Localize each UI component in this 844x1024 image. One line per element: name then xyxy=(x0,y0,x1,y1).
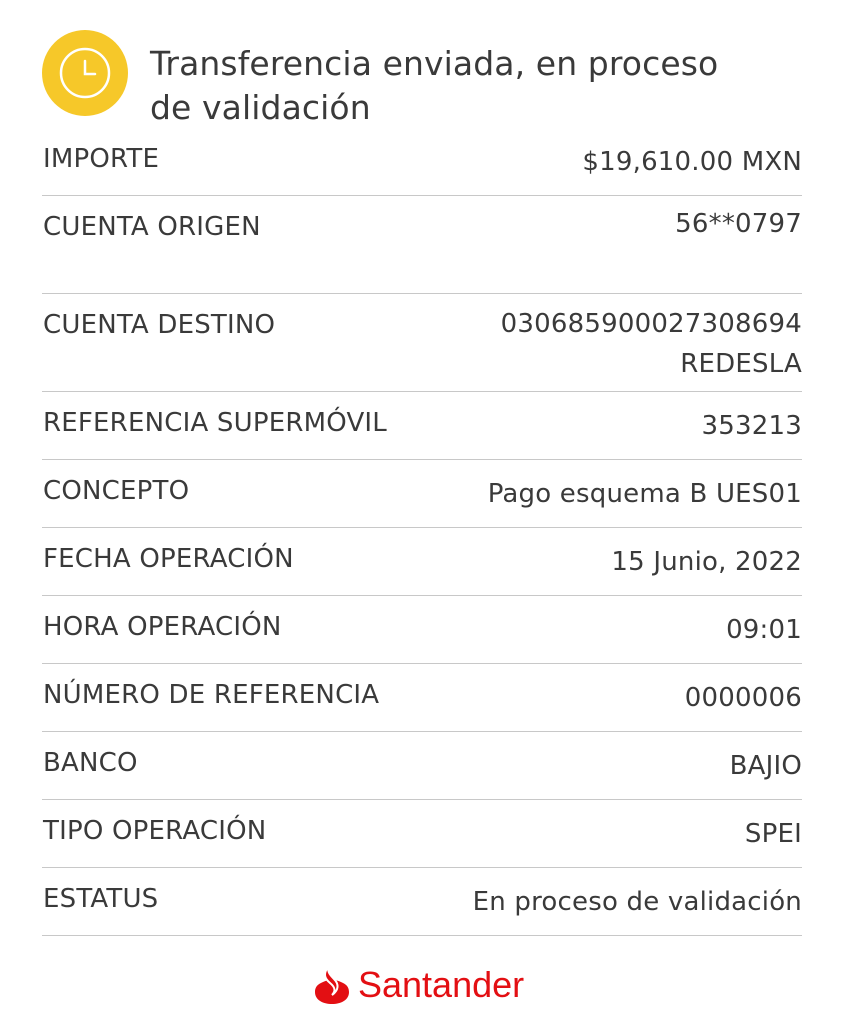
detail-row-hora-operacion: HORA OPERACIÓN 09:01 xyxy=(42,596,802,664)
detail-row-tipo-operacion: TIPO OPERACIÓN SPEI xyxy=(42,800,802,868)
detail-label: NÚMERO DE REFERENCIA xyxy=(43,680,380,710)
detail-value: 56**0797 xyxy=(675,209,802,239)
brand-name: Santander xyxy=(358,964,525,1005)
santander-logo: Santander xyxy=(312,962,542,1008)
transfer-status-header: Transferencia enviada, en proceso de val… xyxy=(42,30,802,130)
detail-value: BAJIO xyxy=(729,751,802,781)
detail-value: 353213 xyxy=(701,411,802,441)
detail-label: REFERENCIA SUPERMÓVIL xyxy=(43,408,387,438)
detail-row-fecha-operacion: FECHA OPERACIÓN 15 Junio, 2022 xyxy=(42,528,802,596)
detail-row-referencia-supermovil: REFERENCIA SUPERMÓVIL 353213 xyxy=(42,392,802,460)
detail-row-cuenta-destino: CUENTA DESTINO 030685900027308694 REDESL… xyxy=(42,294,802,392)
detail-label: IMPORTE xyxy=(43,144,160,174)
detail-label: ESTATUS xyxy=(43,884,159,914)
detail-value: $19,610.00 MXN xyxy=(582,147,802,177)
detail-value: Pago esquema B UES01 xyxy=(487,479,802,509)
detail-label: FECHA OPERACIÓN xyxy=(43,544,294,574)
detail-row-concepto: CONCEPTO Pago esquema B UES01 xyxy=(42,460,802,528)
clock-icon xyxy=(42,30,128,116)
detail-row-numero-referencia: NÚMERO DE REFERENCIA 0000006 xyxy=(42,664,802,732)
transfer-details: IMPORTE $19,610.00 MXN CUENTA ORIGEN 56*… xyxy=(42,128,802,936)
santander-flame-icon xyxy=(315,965,349,1004)
detail-value-bank-name: REDESLA xyxy=(680,349,802,379)
detail-value: SPEI xyxy=(744,819,802,849)
detail-value: 0000006 xyxy=(684,683,802,713)
detail-label: CONCEPTO xyxy=(43,476,190,506)
detail-label: HORA OPERACIÓN xyxy=(43,612,282,642)
detail-row-cuenta-origen: CUENTA ORIGEN 56**0797 xyxy=(42,196,802,294)
detail-value: En proceso de validación xyxy=(472,887,802,917)
detail-row-estatus: ESTATUS En proceso de validación xyxy=(42,868,802,936)
detail-label: BANCO xyxy=(43,748,138,778)
page-title: Transferencia enviada, en proceso de val… xyxy=(150,44,719,127)
detail-label: CUENTA DESTINO xyxy=(43,310,276,340)
detail-value: 15 Junio, 2022 xyxy=(611,547,802,577)
detail-row-importe: IMPORTE $19,610.00 MXN xyxy=(42,128,802,196)
detail-value: 09:01 xyxy=(726,615,802,645)
detail-label: CUENTA ORIGEN xyxy=(43,212,261,242)
detail-value: 030685900027308694 xyxy=(500,309,802,339)
detail-label: TIPO OPERACIÓN xyxy=(43,816,267,846)
detail-row-banco: BANCO BAJIO xyxy=(42,732,802,800)
